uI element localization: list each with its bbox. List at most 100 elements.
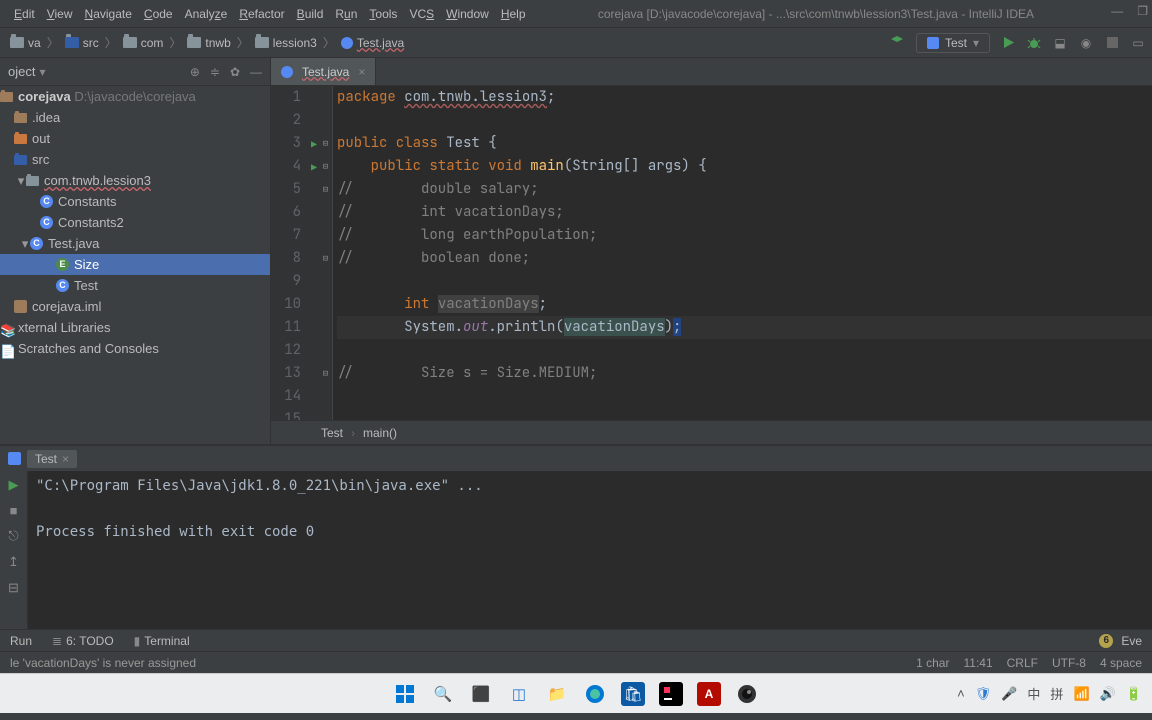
menubar: Edit View Navigate Code Analyze Refactor…: [0, 0, 1152, 28]
settings-icon[interactable]: ✿: [230, 65, 240, 79]
status-message: le 'vacationDays' is never assigned: [10, 656, 196, 670]
breadcrumb-item[interactable]: tnwb: [183, 36, 234, 50]
hide-icon[interactable]: —: [250, 65, 262, 79]
bottom-tool-tabs: Run ≣6: TODO ▮Terminal 6Eve: [0, 629, 1152, 651]
tray-chevron-icon[interactable]: ˄: [957, 686, 965, 701]
run-tool-window: Test × ▶ ■ ⎋ ↥ ⊟ "C:\Program Files\Java\…: [0, 444, 1152, 629]
breadcrumb-item[interactable]: va: [6, 36, 45, 50]
project-sidebar: oject ▾ ⊕ ≑ ✿ — corejava D:\javacode\cor…: [0, 58, 271, 444]
tray-ime2-icon[interactable]: 拼: [1050, 684, 1063, 703]
code-editor[interactable]: 1234 5678 9101112 131415 ▶ ▶ ⊟⊟⊟⊟ ⊟ pack…: [271, 86, 1152, 420]
run-tab-button[interactable]: Run: [0, 634, 42, 648]
console-toolbar: ▶ ■ ⎋ ↥ ⊟: [0, 471, 28, 629]
tree-item[interactable]: ▾com.tnwb.lession3: [0, 170, 270, 191]
windows-taskbar: 🔍 ⬛ ◫ 📁 🛍 A ˄ 🛡 🎤 中 拼 📶 🔊 🔋: [0, 673, 1152, 713]
tree-item[interactable]: out: [0, 128, 270, 149]
breadcrumb-item[interactable]: com: [119, 36, 168, 50]
tree-item[interactable]: ▾CTest.java: [0, 233, 270, 254]
menu-analyze[interactable]: Analyze: [179, 7, 234, 21]
taskview-icon[interactable]: ⬛: [469, 682, 493, 706]
tray-wifi-icon[interactable]: 📶: [1073, 686, 1089, 702]
event-log-button[interactable]: 6Eve: [1089, 634, 1152, 648]
status-caret[interactable]: 11:41: [963, 656, 992, 670]
breadcrumb-item[interactable]: lession3: [251, 36, 321, 50]
status-chars: 1 char: [916, 656, 949, 670]
store-icon[interactable]: 🛍: [621, 682, 645, 706]
todo-tab-button[interactable]: ≣6: TODO: [42, 634, 124, 648]
status-bar: le 'vacationDays' is never assigned 1 ch…: [0, 651, 1152, 673]
widgets-icon[interactable]: ◫: [507, 682, 531, 706]
tray-battery-icon[interactable]: 🔋: [1126, 686, 1142, 702]
explorer-icon[interactable]: 📁: [545, 682, 569, 706]
menu-code[interactable]: Code: [138, 7, 179, 21]
stop-button[interactable]: [1104, 35, 1120, 51]
crumb-method[interactable]: main(): [363, 426, 397, 440]
tree-item[interactable]: CConstants: [0, 191, 270, 212]
intellij-icon[interactable]: [659, 682, 683, 706]
tree-scratches[interactable]: 📄Scratches and Consoles: [0, 338, 270, 359]
menu-vcs[interactable]: VCS: [403, 7, 440, 21]
menu-navigate[interactable]: Navigate: [79, 7, 138, 21]
menu-file[interactable]: Edit: [8, 7, 41, 21]
window-title: corejava [D:\javacode\corejava] - ...\sr…: [598, 7, 1034, 21]
layout-icon[interactable]: ⊟: [8, 580, 19, 596]
run-button[interactable]: [1000, 35, 1016, 51]
tree-item[interactable]: .idea: [0, 107, 270, 128]
maximize-icon[interactable]: ❐: [1137, 4, 1148, 18]
debug-button[interactable]: [1026, 35, 1042, 51]
minimize-icon[interactable]: —: [1111, 4, 1123, 18]
tree-item[interactable]: CConstants2: [0, 212, 270, 233]
layout-button[interactable]: ▭: [1130, 35, 1146, 51]
coverage-button[interactable]: ⬓: [1052, 35, 1068, 51]
status-line-ending[interactable]: CRLF: [1007, 656, 1038, 670]
menu-help[interactable]: Help: [495, 7, 532, 21]
rerun-icon[interactable]: ▶: [9, 477, 19, 493]
pdf-icon[interactable]: A: [697, 682, 721, 706]
status-encoding[interactable]: UTF-8: [1052, 656, 1086, 670]
run-gutter-icon[interactable]: ▶: [311, 133, 317, 156]
tree-item[interactable]: CTest: [0, 275, 270, 296]
toolbar: va〉 src〉 com〉 tnwb〉 lession3〉 Test.java …: [0, 28, 1152, 58]
breadcrumb-item[interactable]: src: [61, 36, 103, 50]
start-icon[interactable]: [393, 682, 417, 706]
crumb-class[interactable]: Test: [321, 426, 343, 440]
terminal-tab-button[interactable]: ▮Terminal: [124, 634, 200, 648]
status-indent[interactable]: 4 space: [1100, 656, 1142, 670]
close-tab-icon[interactable]: ×: [358, 65, 365, 79]
tree-item[interactable]: corejava.iml: [0, 296, 270, 317]
tree-external-libraries[interactable]: 📚xternal Libraries: [0, 317, 270, 338]
editor-breadcrumb: Test › main(): [271, 420, 1152, 444]
run-tab[interactable]: Test ×: [27, 450, 77, 468]
stop-icon[interactable]: ■: [10, 503, 18, 518]
menu-refactor[interactable]: Refactor: [233, 7, 290, 21]
scroll-from-source-icon[interactable]: ⊕: [190, 65, 200, 79]
exit-icon[interactable]: ⎋: [8, 528, 18, 544]
close-icon[interactable]: ×: [62, 452, 69, 466]
menu-build[interactable]: Build: [291, 7, 330, 21]
tray-ime-icon[interactable]: 中: [1027, 684, 1040, 703]
profile-button[interactable]: ◉: [1078, 35, 1094, 51]
tray-security-icon[interactable]: 🛡: [975, 686, 992, 702]
obs-icon[interactable]: [735, 682, 759, 706]
edge-icon[interactable]: [583, 682, 607, 706]
tray-mic-icon[interactable]: 🎤: [1001, 686, 1017, 702]
tree-project-root[interactable]: corejava D:\javacode\corejava: [0, 86, 270, 107]
menu-view[interactable]: View: [41, 7, 79, 21]
collapse-icon[interactable]: ≑: [210, 65, 220, 79]
tree-item[interactable]: src: [0, 149, 270, 170]
sidebar-title[interactable]: oject: [8, 64, 35, 79]
console-output[interactable]: "C:\Program Files\Java\jdk1.8.0_221\bin\…: [28, 471, 1152, 629]
build-icon[interactable]: [890, 35, 906, 51]
menu-tools[interactable]: Tools: [363, 7, 403, 21]
run-config-selector[interactable]: Test ▾: [916, 33, 990, 53]
editor-tab[interactable]: Test.java ×: [271, 58, 376, 85]
search-icon[interactable]: 🔍: [431, 682, 455, 706]
tree-item-selected[interactable]: ESize: [0, 254, 270, 275]
up-icon[interactable]: ↥: [8, 554, 19, 570]
tray-volume-icon[interactable]: 🔊: [1100, 686, 1116, 702]
menu-window[interactable]: Window: [440, 7, 495, 21]
editor: Test.java × 1234 5678 9101112 131415 ▶ ▶…: [271, 58, 1152, 444]
run-gutter-icon[interactable]: ▶: [311, 156, 317, 179]
breadcrumb-item[interactable]: Test.java: [337, 36, 408, 50]
menu-run[interactable]: Run: [329, 7, 363, 21]
